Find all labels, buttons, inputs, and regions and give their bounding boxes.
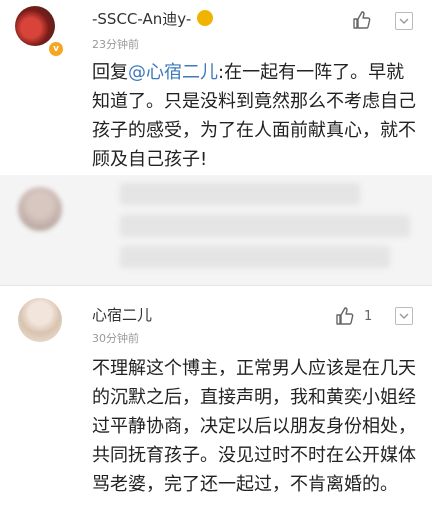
comment-text: 不理解这个博主，正常男人应该是在几天的沉默之后，直接声明，我和黄奕小姐经过平静协… bbox=[92, 358, 416, 495]
like-icon[interactable] bbox=[335, 306, 355, 326]
comment-time: 23分钟前 bbox=[92, 38, 139, 51]
like-icon[interactable] bbox=[352, 10, 372, 30]
mention-link[interactable]: @心宿二儿 bbox=[128, 62, 218, 83]
avatar bbox=[18, 187, 62, 231]
comment-text: 回复@心宿二儿:在一起有一阵了。早就知道了。只是没料到竟然那么不考虑自己孩子的感… bbox=[92, 62, 416, 170]
blurred-content bbox=[120, 215, 410, 237]
comment-username[interactable]: 心宿二儿 bbox=[92, 304, 152, 325]
dropdown-chevron-icon[interactable] bbox=[395, 12, 413, 30]
avatar[interactable] bbox=[18, 298, 62, 342]
avatar[interactable] bbox=[15, 6, 55, 46]
blurred-content bbox=[120, 246, 390, 268]
dropdown-chevron-icon[interactable] bbox=[395, 307, 413, 325]
member-badge-icon bbox=[197, 10, 214, 26]
verified-badge-icon: v bbox=[47, 40, 65, 58]
comment-time: 30分钟前 bbox=[92, 332, 139, 345]
comment-username[interactable]: -SSCC-An迪y- bbox=[92, 8, 214, 29]
blurred-content bbox=[120, 183, 360, 205]
like-count: 1 bbox=[364, 309, 373, 324]
